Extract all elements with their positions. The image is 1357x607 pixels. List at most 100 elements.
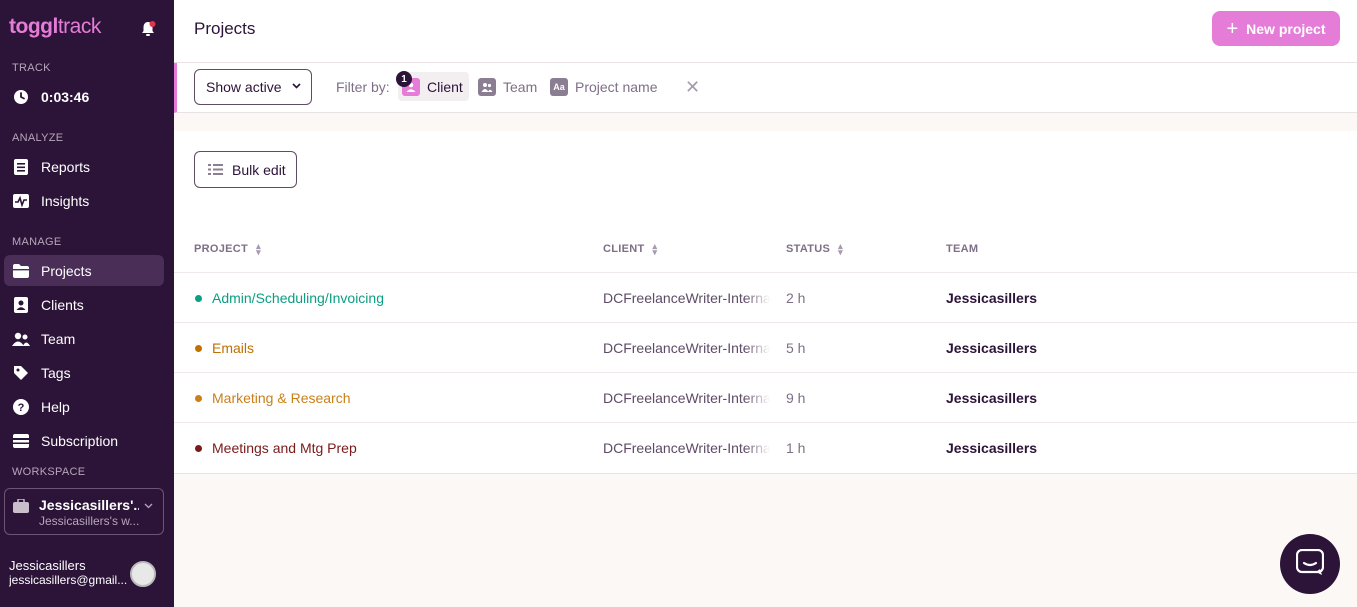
client-name: DCFreelanceWriter-Internal [603,340,770,356]
table-row[interactable]: Admin/Scheduling/Invoicing DCFreelanceWr… [174,273,1357,323]
project-name[interactable]: Meetings and Mtg Prep [212,440,357,456]
reports-icon [12,158,30,176]
sidebar-item-subscription[interactable]: Subscription [4,425,164,456]
project-color-dot [195,445,202,452]
client-filter-label: Client [427,78,463,95]
column-status[interactable]: STATUS ▴ ▾ [786,242,843,257]
team-name: Jessicasillers [946,340,1038,356]
workspace-switcher[interactable]: Jessicasillers'... Jessicasillers's w... [4,488,164,535]
column-label: TEAM [946,243,979,255]
user-name[interactable]: Jessicasillers [9,558,86,573]
project-status: 9 h [786,390,806,406]
bell-icon[interactable] [139,20,157,38]
user-email[interactable]: jessicasillers@gmail... [9,573,129,587]
sort-icon[interactable]: ▴ ▾ [838,242,843,257]
chat-launcher-button[interactable] [1280,534,1340,594]
project-color-dot [195,295,202,302]
clock-icon [12,88,30,106]
svg-text:?: ? [18,402,25,414]
page-header: Projects + New project [174,0,1357,63]
client-name: DCFreelanceWriter-Internal [603,290,770,306]
column-team: TEAM [946,243,978,255]
table-row[interactable]: Meetings and Mtg Prep DCFreelanceWriter-… [174,423,1357,473]
folder-icon [12,262,30,280]
new-project-label: New project [1246,20,1326,37]
sort-icon[interactable]: ▴ ▾ [256,242,261,257]
tag-icon [12,364,30,382]
team-name: Jessicasillers [946,440,1038,456]
project-color-dot [195,395,202,402]
column-label: CLIENT [603,243,645,255]
column-client[interactable]: CLIENT ▴ ▾ [603,242,658,257]
client-icon [12,296,30,314]
help-icon: ? [12,398,30,416]
page-title: Projects [194,19,256,38]
sidebar-item-label: Reports [41,158,91,175]
filter-by-label: Filter by: [336,79,390,95]
manage-section-label: MANAGE [12,236,62,248]
sidebar: toggltrack TRACK 0:03:46 ANALYZE Reports… [0,0,174,607]
timer-value: 0:03:46 [41,88,90,105]
sidebar-item-projects[interactable]: Projects [4,255,164,286]
team-icon [478,77,496,96]
table-row[interactable]: Emails DCFreelanceWriter-Internal 5 h Je… [174,323,1357,373]
chevron-down-icon [144,501,153,512]
close-icon[interactable]: ✕ [685,77,700,98]
sort-icon[interactable]: ▴ ▾ [653,242,658,257]
show-active-value: Show active [206,79,282,95]
sidebar-item-reports[interactable]: Reports [4,151,164,182]
sidebar-item-help[interactable]: ? Help [4,391,164,422]
team-name: Jessicasillers [946,290,1038,306]
avatar[interactable] [130,561,156,587]
team-filter-label: Team [503,78,538,95]
logo-sub-text: track [57,15,102,38]
table-row[interactable]: Marketing & Research DCFreelanceWriter-I… [174,373,1357,423]
sidebar-item-insights[interactable]: Insights [4,185,164,216]
client-name: DCFreelanceWriter-Internal [603,440,770,456]
sidebar-item-clients[interactable]: Clients [4,289,164,320]
team-name: Jessicasillers [946,390,1038,406]
column-label: PROJECT [194,243,249,255]
client-filter-count-badge: 1 [396,71,412,87]
project-status: 2 h [786,290,806,306]
sidebar-item-tags[interactable]: Tags [4,357,164,388]
workspace-name: Jessicasillers'... [39,497,139,513]
workspace-subtitle: Jessicasillers's w... [39,514,140,528]
project-name[interactable]: Admin/Scheduling/Invoicing [212,290,384,306]
briefcase-icon [13,498,29,513]
filter-bar: Show active Filter by: Client 1 Team Aa … [174,63,1357,113]
bulk-edit-button[interactable]: Bulk edit [194,151,297,188]
timer-nav-item[interactable]: 0:03:46 [4,81,164,112]
sidebar-item-label: Team [41,330,76,347]
logo-main-text: toggl [9,15,58,38]
track-section-label: TRACK [12,62,51,74]
new-project-button[interactable]: + New project [1212,11,1340,46]
project-name-filter-label: Project name [575,78,658,95]
project-status: 5 h [786,340,806,356]
table-header: PROJECT ▴ ▾ CLIENT ▴ ▾ STATUS ▴ ▾ TEAM [174,233,1357,273]
bulk-edit-label: Bulk edit [232,161,286,178]
projects-panel: Bulk edit PROJECT ▴ ▾ CLIENT ▴ ▾ STATUS ▴ ▾… [174,131,1357,474]
chat-icon [1295,548,1325,580]
project-name-filter-chip[interactable]: Aa Project name [546,72,663,101]
column-label: STATUS [786,243,831,255]
project-color-dot [195,345,202,352]
insights-icon [12,192,30,210]
sidebar-item-label: Help [41,398,70,415]
sidebar-item-label: Tags [41,364,71,381]
show-active-select[interactable]: Show active [194,69,312,105]
chevron-down-icon [292,81,301,92]
project-name[interactable]: Marketing & Research [212,390,351,406]
plus-icon: + [1226,17,1239,40]
card-icon [12,432,30,450]
sidebar-item-team[interactable]: Team [4,323,164,354]
sidebar-item-label: Clients [41,296,84,313]
sidebar-item-label: Insights [41,192,90,209]
team-filter-chip[interactable]: Team [474,72,543,101]
project-name[interactable]: Emails [212,340,254,356]
column-project[interactable]: PROJECT ▴ ▾ [194,242,261,257]
toggl-logo[interactable]: toggltrack [9,15,101,39]
sidebar-item-label: Subscription [41,432,119,449]
analyze-section-label: ANALYZE [12,132,64,144]
sidebar-item-label: Projects [41,262,92,279]
